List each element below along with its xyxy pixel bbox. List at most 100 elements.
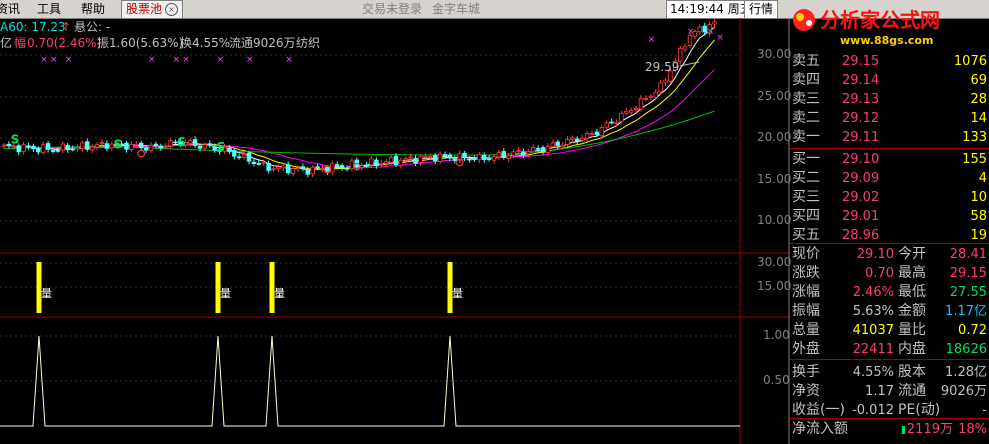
- candle: [21, 141, 26, 155]
- bid-price: 29.09: [842, 171, 880, 186]
- bid-volume: 58: [970, 209, 987, 224]
- ask-row[interactable]: 卖二 29.12 14: [790, 109, 989, 128]
- ma-lines: [3, 27, 715, 171]
- stat-label: 振幅: [792, 303, 820, 319]
- volume-signal-label: 量: [452, 287, 463, 300]
- axis-label: 10.00: [757, 213, 792, 227]
- stat-value: 27.55: [949, 285, 987, 300]
- candle: [344, 165, 350, 172]
- candle: [457, 150, 462, 163]
- candle: [663, 77, 668, 86]
- stat-value: 18626: [945, 342, 987, 357]
- bid-row[interactable]: 买四 29.01 58: [790, 207, 989, 226]
- x-mark-icon: ×: [217, 55, 225, 65]
- candle: [604, 120, 609, 131]
- candle: [90, 143, 95, 153]
- netflow-bar: [902, 426, 905, 434]
- bid-label: 买二: [792, 170, 820, 186]
- stat-row: 换手 4.55% 股本 1.28亿: [790, 363, 989, 382]
- stat-value: 29.10: [856, 247, 894, 262]
- candle: [60, 141, 65, 154]
- stat-label: 最低: [898, 284, 926, 300]
- candle: [148, 141, 154, 153]
- main-grid: [0, 54, 740, 382]
- peak-label: 29.59: [645, 60, 679, 74]
- candle: [168, 138, 173, 150]
- candle: [271, 165, 276, 172]
- ma60-line: [3, 110, 715, 156]
- ask-price: 29.14: [842, 73, 880, 88]
- netflow-row: 净流入额 2119万 18%: [790, 420, 989, 439]
- sell-signal-icon: S: [11, 132, 20, 146]
- candle: [383, 159, 389, 167]
- kline-chart[interactable]: S S S S× × × × × × × × ××× ××29.59 量量量量: [0, 0, 790, 444]
- bid-volume: 155: [962, 152, 987, 167]
- candle: [138, 140, 144, 151]
- stat-label: 今开: [898, 246, 926, 262]
- ask-volume: 69: [970, 73, 987, 88]
- candle: [207, 140, 212, 149]
- stat-label: 外盘: [792, 341, 820, 357]
- stat-label: 股本: [898, 364, 926, 380]
- candle: [124, 140, 129, 153]
- candle: [624, 107, 629, 116]
- axis-label: 20.00: [757, 130, 792, 144]
- stat-value: 1.17: [865, 384, 894, 399]
- quote-separator: [790, 243, 989, 244]
- candle: [629, 107, 634, 116]
- x-mark-icon: ×: [246, 55, 254, 65]
- candle: [584, 130, 590, 142]
- candle: [85, 138, 90, 152]
- candle: [570, 135, 575, 143]
- bid-row[interactable]: 买二 29.09 4: [790, 169, 989, 188]
- candle: [65, 142, 70, 153]
- quote-separator: [790, 148, 989, 149]
- candle: [682, 43, 688, 53]
- candle: [477, 151, 482, 163]
- candle: [697, 24, 702, 35]
- stat-row: 外盘 22411 内盘 18626: [790, 340, 989, 359]
- volume-signal-label: 量: [220, 287, 231, 300]
- stat-value: 41037: [852, 323, 894, 338]
- candles: [1, 19, 717, 178]
- quote-separator: [790, 359, 989, 360]
- stat-value: 22411: [852, 342, 894, 357]
- ask-row[interactable]: 卖四 29.14 69: [790, 71, 989, 90]
- axis-label: 1.00: [763, 328, 790, 342]
- netflow-pct: 18%: [958, 422, 987, 437]
- ask-price: 29.12: [842, 111, 880, 126]
- x-mark-icon: ×: [182, 55, 190, 65]
- candle: [281, 163, 286, 172]
- axis-label: 30.00: [757, 47, 792, 61]
- stat-value: 5.63%: [852, 304, 894, 319]
- candle: [246, 150, 252, 165]
- ask-row[interactable]: 卖一 29.11 133: [790, 128, 989, 147]
- stat-value: 2.46%: [852, 285, 894, 300]
- stat-row: 现价 29.10 今开 28.41: [790, 245, 989, 264]
- candle: [300, 163, 306, 171]
- candle: [256, 160, 261, 166]
- candle: [437, 150, 443, 165]
- bid-row[interactable]: 买一 29.10 155: [790, 150, 989, 169]
- stat-value: 9026万: [940, 384, 987, 399]
- sell-signal-icon: S: [177, 135, 186, 149]
- candle: [75, 144, 80, 153]
- candle: [638, 95, 644, 112]
- candle: [45, 140, 51, 153]
- ask-row[interactable]: 卖三 29.13 28: [790, 90, 989, 109]
- logo-graphic: 分析家公式网 www.88gs.com: [793, 8, 940, 47]
- stat-label: 量比: [898, 322, 926, 338]
- candle: [418, 154, 423, 166]
- ask-row[interactable]: 卖五 29.15 1076: [790, 52, 989, 71]
- x-mark-icon: ×: [707, 27, 715, 37]
- buy-signal-icon: [137, 149, 146, 158]
- candle: [290, 165, 296, 177]
- stat-label: 涨幅: [792, 284, 820, 300]
- x-mark-icon: ×: [40, 55, 48, 65]
- bid-row[interactable]: 买三 29.02 10: [790, 188, 989, 207]
- axis-label: 0.50: [763, 373, 790, 387]
- candle: [481, 152, 487, 163]
- candle: [266, 160, 271, 174]
- ask-price: 29.15: [842, 54, 880, 69]
- candle: [94, 142, 100, 151]
